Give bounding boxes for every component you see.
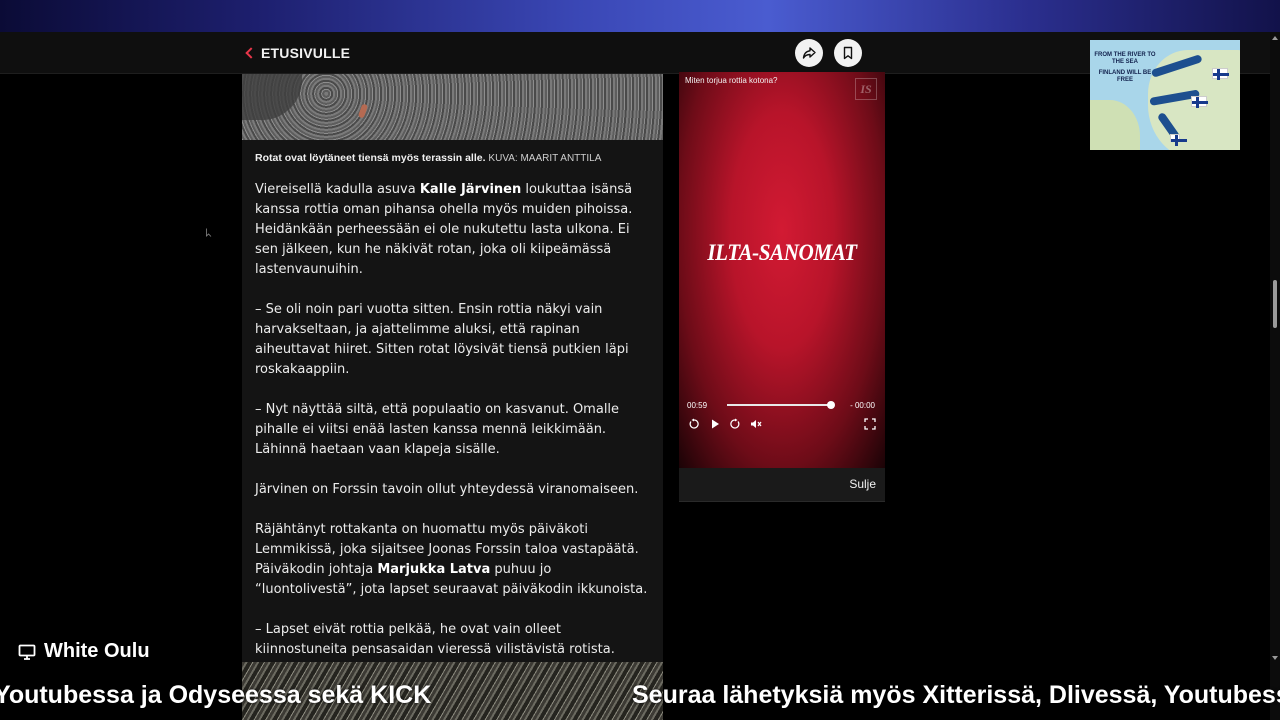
mute-button[interactable]: [749, 417, 763, 431]
video-title: Miten torjua rottia kotona?: [685, 76, 778, 85]
scroll-up-arrow-icon[interactable]: [1272, 36, 1278, 40]
rewind-button[interactable]: [687, 417, 701, 431]
remaining-time: - 00:00: [850, 401, 875, 410]
current-time: 00:59: [687, 401, 708, 410]
paragraph: Räjähtänyt rottakanta on huomattu myös p…: [255, 520, 655, 600]
scrollbar-thumb[interactable]: [1273, 280, 1277, 328]
ilta-sanomat-logo: ILTA-SANOMAT: [707, 240, 857, 265]
mouse-cursor-icon: [206, 228, 212, 237]
is-logo: IS: [855, 78, 877, 100]
progress-knob[interactable]: [826, 401, 835, 409]
progress-bar[interactable]: [727, 401, 835, 409]
share-button[interactable]: [795, 39, 823, 67]
paragraph-text: Viereisellä kadulla asuva: [255, 182, 420, 197]
finnish-flag-icon: [1170, 134, 1187, 146]
share-icon: [802, 47, 816, 59]
photo-stone: [242, 74, 302, 120]
finnish-flag-icon: [1191, 96, 1208, 108]
terrace-photo: [242, 74, 663, 140]
play-icon: [712, 419, 719, 429]
stream-ticker: Youtubessa ja Odyseessa sekä KICK Seuraa…: [0, 671, 1280, 720]
caption-text: Rotat ovat löytäneet tiensä myös terassi…: [255, 152, 486, 164]
back-label: ETUSIVULLE: [261, 45, 351, 61]
paragraph: Viereisellä kadulla asuva Kalle Järvinen…: [255, 180, 655, 280]
play-button[interactable]: [708, 417, 722, 431]
video-player[interactable]: Miten torjua rottia kotona? IS ILTA-SANO…: [679, 72, 885, 468]
close-video-button[interactable]: Sulje: [849, 477, 876, 491]
person-name: Kalle Järvinen: [419, 182, 522, 197]
ticker-text-right: Seuraa lähetyksiä myös Xitterissä, Dlive…: [632, 681, 1280, 709]
channel-name: White Oulu: [44, 640, 150, 662]
progress-fill: [727, 404, 831, 406]
caption-credit: KUVA: MAARIT ANTTILA: [488, 153, 602, 164]
ticker-text-left: Youtubessa ja Odyseessa sekä KICK: [0, 681, 432, 709]
fullscreen-button[interactable]: [863, 417, 877, 431]
photo-leaf: [357, 103, 369, 119]
paragraph-text: – Lapset eivät rottia pelkää, he ovat va…: [255, 622, 615, 657]
paragraph: – Nyt näyttää siltä, että populaatio on …: [255, 400, 655, 460]
article-body: Rotat ovat löytäneet tiensä myös terassi…: [242, 74, 663, 720]
scroll-down-arrow-icon[interactable]: [1272, 656, 1278, 660]
article-navbar: ETUSIVULLE: [0, 32, 1270, 74]
paragraph: Järvinen on Forssin tavoin ollut yhteyde…: [255, 480, 655, 500]
video-close-bar: Sulje: [679, 468, 885, 502]
monitor-icon: [18, 644, 36, 660]
bookmark-icon: [843, 46, 853, 60]
rewind-icon: [689, 418, 699, 429]
article-text: Viereisellä kadulla asuva Kalle Järvinen…: [255, 180, 655, 680]
page-scrollbar[interactable]: [1270, 32, 1280, 720]
stream-channel-label: White Oulu: [18, 640, 150, 663]
muted-speaker-icon: [751, 420, 762, 428]
map-thumbnail-overlay: FROM THE RIVER TO THE SEA FINLAND WILL B…: [1090, 40, 1240, 150]
paragraph: – Se oli noin pari vuotta sitten. Ensin …: [255, 300, 655, 380]
stream-top-gradient: [0, 0, 1280, 34]
browser-page: ETUSIVULLE Rotat ovat löytäneet tiensä m…: [0, 32, 1270, 720]
person-name: Marjukka Latva: [377, 562, 491, 577]
back-to-frontpage-link[interactable]: ETUSIVULLE: [244, 43, 350, 63]
forward-icon: [730, 418, 740, 429]
chevron-left-icon: [245, 47, 257, 59]
map-slogan: FINLAND WILL BE FREE: [1098, 70, 1152, 83]
paragraph-text: Järvinen on Forssin tavoin ollut yhteyde…: [255, 482, 639, 497]
bookmark-button[interactable]: [834, 39, 862, 67]
finnish-flag-icon: [1212, 68, 1229, 80]
map-headline: FROM THE RIVER TO THE SEA: [1094, 52, 1156, 65]
map-land-west: [1090, 100, 1140, 150]
fullscreen-icon: [864, 418, 876, 430]
paragraph-text: – Se oli noin pari vuotta sitten. Ensin …: [255, 302, 629, 377]
forward-button[interactable]: [728, 417, 742, 431]
paragraph: – Lapset eivät rottia pelkää, he ovat va…: [255, 620, 655, 660]
photo-caption: Rotat ovat löytäneet tiensä myös terassi…: [255, 152, 601, 164]
paragraph-text: – Nyt näyttää siltä, että populaatio on …: [255, 402, 620, 457]
